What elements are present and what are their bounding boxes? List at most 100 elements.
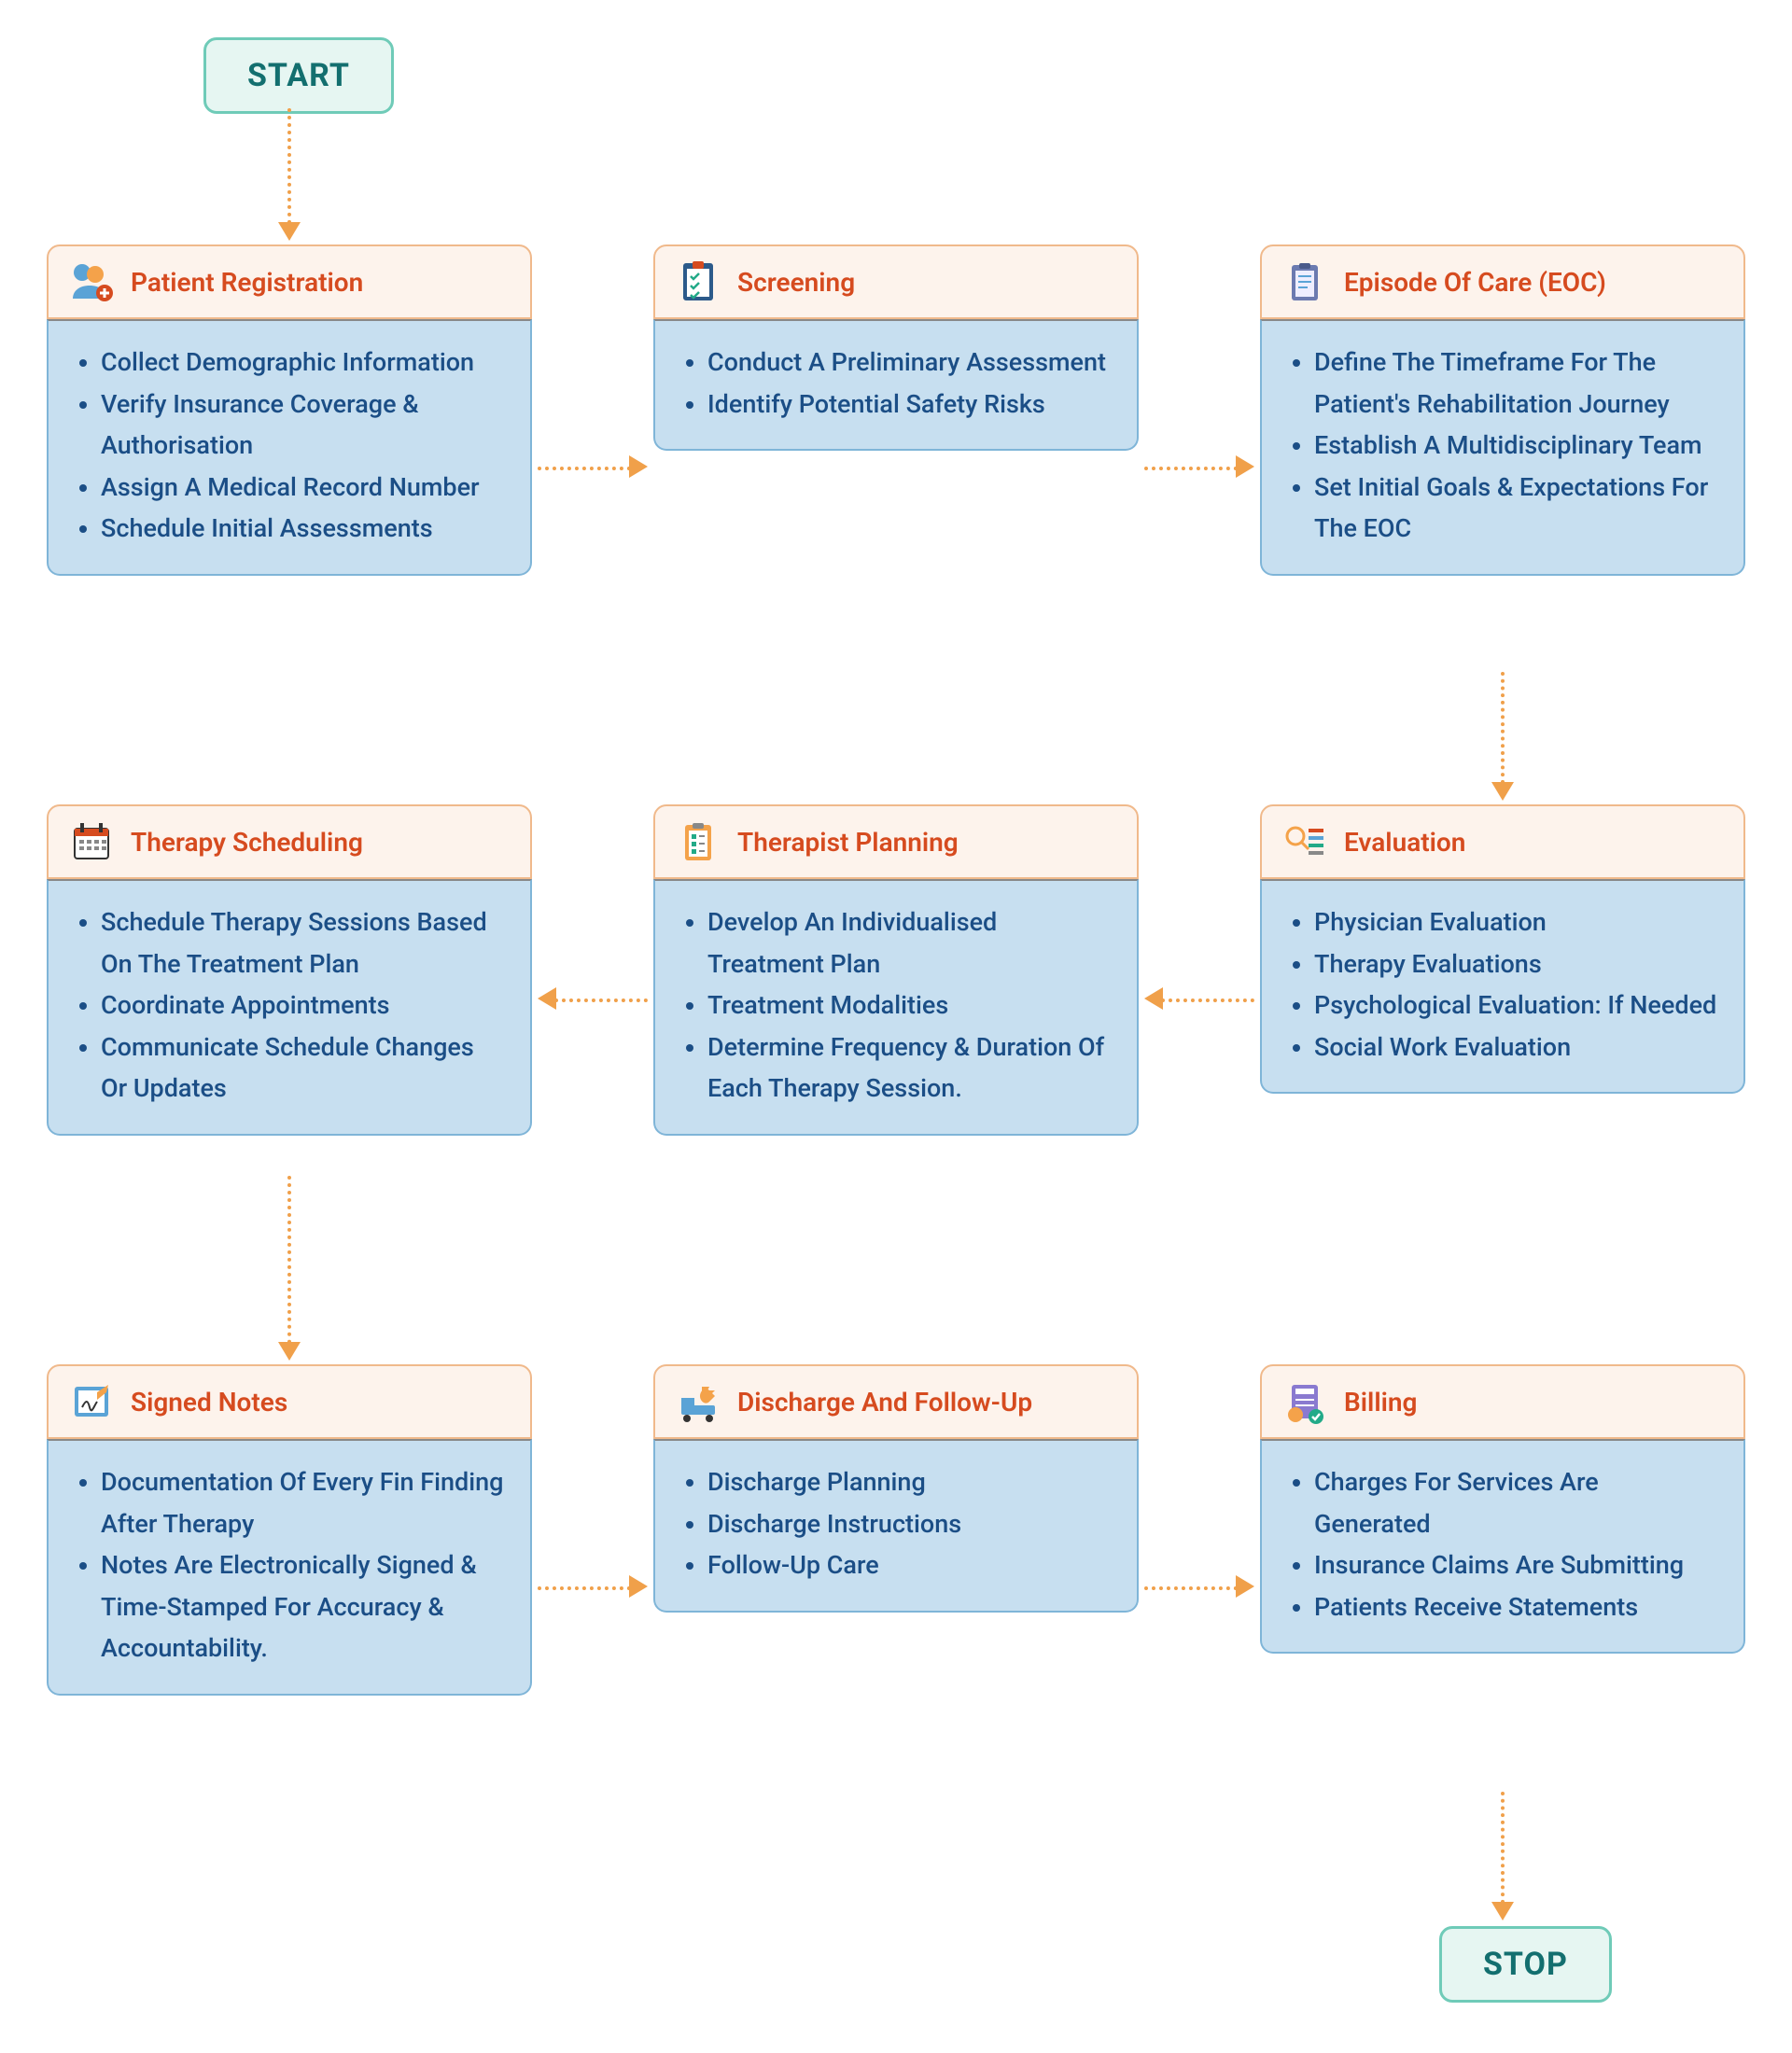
item-list: Discharge PlanningDischarge Instructions… [679,1461,1113,1586]
calendar-icon [69,819,114,864]
card-title: Episode Of Care (EOC) [1344,267,1606,298]
list-item: Set Initial Goals & Expectations For The… [1314,467,1719,550]
arrow-head [1236,455,1254,478]
list-item: Notes Are Electronically Signed & Time-S… [101,1544,506,1669]
list-item: Communicate Schedule Changes Or Updates [101,1026,506,1110]
arrow-head [538,987,556,1010]
list-item: Define The Timeframe For The Patient's R… [1314,342,1719,425]
arrow [538,1586,631,1590]
card-patient-registration: Patient Registration Collect Demographic… [47,244,532,576]
list-item: Schedule Therapy Sessions Based On The T… [101,901,506,985]
list-item: Establish A Multidisciplinary Team [1314,425,1719,467]
arrow-head [629,1575,648,1598]
arrow [1501,672,1505,784]
card-therapy-scheduling: Therapy Scheduling Schedule Therapy Sess… [47,804,532,1136]
card-body: Conduct A Preliminary AssessmentIdentify… [653,319,1139,451]
clipboard-check-icon [676,259,721,304]
list-item: Therapy Evaluations [1314,943,1719,985]
card-header: Billing [1260,1364,1745,1439]
item-list: Physician EvaluationTherapy EvaluationsP… [1286,901,1719,1068]
signature-icon [69,1379,114,1424]
card-body: Discharge PlanningDischarge Instructions… [653,1439,1139,1613]
card-body: Documentation Of Every Fin Finding After… [47,1439,532,1696]
arrow [1161,999,1254,1002]
evaluation-icon [1282,819,1327,864]
list-item: Documentation Of Every Fin Finding After… [101,1461,506,1544]
card-title: Therapist Planning [737,827,959,858]
item-list: Collect Demographic InformationVerify In… [73,342,506,550]
card-header: Therapy Scheduling [47,804,532,879]
list-item: Schedule Initial Assessments [101,508,506,550]
billing-icon [1282,1379,1327,1424]
list-item: Conduct A Preliminary Assessment [707,342,1113,384]
card-title: Billing [1344,1387,1417,1418]
arrow [1501,1792,1505,1904]
list-item: Identify Potential Safety Risks [707,384,1113,426]
card-header: Episode Of Care (EOC) [1260,244,1745,319]
card-header: Therapist Planning [653,804,1139,879]
card-body: Define The Timeframe For The Patient's R… [1260,319,1745,576]
arrow-head [1491,782,1514,801]
item-list: Charges For Services Are GeneratedInsura… [1286,1461,1719,1627]
arrow [287,1176,291,1344]
card-body: Collect Demographic InformationVerify In… [47,319,532,576]
arrow-head [278,222,301,241]
card-title: Patient Registration [131,267,363,298]
arrow-head [278,1342,301,1361]
arrow-head [1236,1575,1254,1598]
card-signed-notes: Signed Notes Documentation Of Every Fin … [47,1364,532,1696]
card-body: Develop An Individualised Treatment Plan… [653,879,1139,1136]
card-title: Screening [737,267,855,298]
card-header: Patient Registration [47,244,532,319]
item-list: Documentation Of Every Fin Finding After… [73,1461,506,1669]
item-list: Conduct A Preliminary AssessmentIdentify… [679,342,1113,425]
card-title: Evaluation [1344,827,1465,858]
list-item: Patients Receive Statements [1314,1586,1719,1628]
card-header: Discharge And Follow-Up [653,1364,1139,1439]
card-discharge: Discharge And Follow-Up Discharge Planni… [653,1364,1139,1613]
card-title: Therapy Scheduling [131,827,363,858]
arrow [554,999,648,1002]
list-item: Insurance Claims Are Submitting [1314,1544,1719,1586]
list-item: Coordinate Appointments [101,985,506,1026]
list-item: Follow-Up Care [707,1544,1113,1586]
list-item: Develop An Individualised Treatment Plan [707,901,1113,985]
card-body: Charges For Services Are GeneratedInsura… [1260,1439,1745,1654]
people-plus-icon [69,259,114,304]
list-item: Social Work Evaluation [1314,1026,1719,1068]
card-billing: Billing Charges For Services Are Generat… [1260,1364,1745,1654]
card-screening: Screening Conduct A Preliminary Assessme… [653,244,1139,451]
arrow-head [629,455,648,478]
card-therapist-planning: Therapist Planning Develop An Individual… [653,804,1139,1136]
card-title: Discharge And Follow-Up [737,1387,1032,1418]
checklist-icon [676,819,721,864]
item-list: Schedule Therapy Sessions Based On The T… [73,901,506,1110]
item-list: Develop An Individualised Treatment Plan… [679,901,1113,1110]
card-header: Signed Notes [47,1364,532,1439]
card-body: Physician EvaluationTherapy EvaluationsP… [1260,879,1745,1094]
list-item: Discharge Planning [707,1461,1113,1503]
list-item: Collect Demographic Information [101,342,506,384]
card-evaluation: Evaluation Physician EvaluationTherapy E… [1260,804,1745,1094]
stop-terminal: STOP [1439,1926,1612,2003]
list-item: Psychological Evaluation: If Needed [1314,985,1719,1026]
list-item: Determine Frequency & Duration Of Each T… [707,1026,1113,1110]
list-item: Verify Insurance Coverage & Authorisatio… [101,384,506,467]
list-item: Treatment Modalities [707,985,1113,1026]
arrow-head [1144,987,1163,1010]
card-title: Signed Notes [131,1387,287,1418]
clipboard-document-icon [1282,259,1327,304]
list-item: Physician Evaluation [1314,901,1719,943]
arrow [287,108,291,224]
list-item: Discharge Instructions [707,1503,1113,1545]
list-item: Charges For Services Are Generated [1314,1461,1719,1544]
card-body: Schedule Therapy Sessions Based On The T… [47,879,532,1136]
start-terminal: START [203,37,394,114]
card-header: Screening [653,244,1139,319]
arrow [1144,1586,1238,1590]
arrow-head [1491,1902,1514,1920]
card-header: Evaluation [1260,804,1745,879]
flowchart-canvas: START Patient Registration Collect Demog… [37,37,1755,2016]
list-item: Assign A Medical Record Number [101,467,506,509]
arrow [538,467,631,470]
